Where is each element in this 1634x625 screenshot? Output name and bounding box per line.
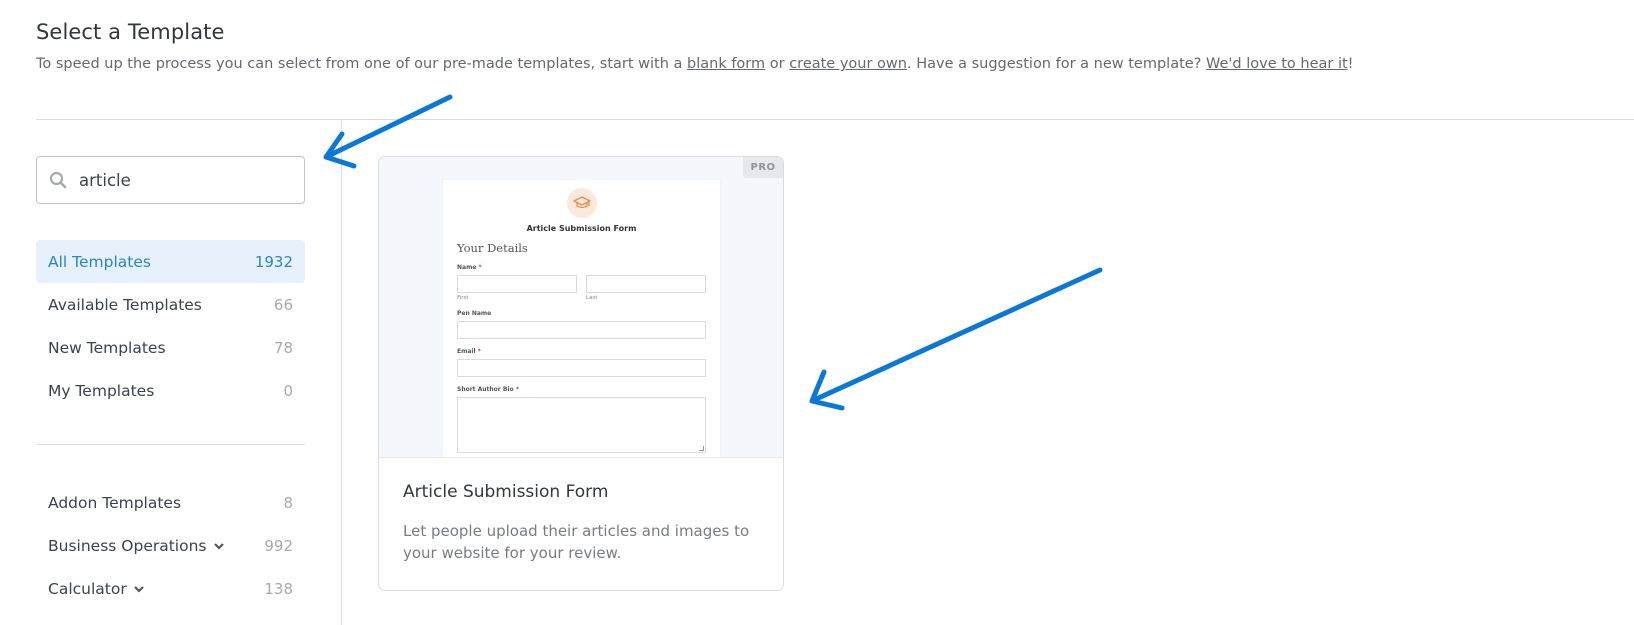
category-count: 992 (264, 536, 293, 555)
search-input[interactable] (79, 170, 279, 190)
template-card-body: Article Submission Form Let people uploa… (379, 458, 783, 588)
category-count: 1932 (254, 252, 293, 271)
pro-badge: PRO (743, 157, 783, 178)
category-calculator[interactable]: Calculator 138 (36, 567, 305, 610)
preview-first-sublabel: First (457, 295, 469, 301)
preview-bio-textarea (457, 397, 706, 453)
required-mark: * (478, 264, 482, 271)
template-preview: PRO Article Submission Form Your Details… (379, 157, 783, 458)
category-count: 0 (283, 381, 293, 400)
category-business-operations[interactable]: Business Operations 992 (36, 524, 305, 567)
suggest-template-link[interactable]: We'd love to hear it (1206, 56, 1348, 72)
category-label: All Templates (48, 252, 151, 271)
category-count: 138 (264, 579, 293, 598)
preview-last-col: Last (586, 275, 706, 301)
category-label-wrap: Business Operations (48, 537, 225, 555)
required-mark: * (515, 386, 519, 393)
primary-category-list: All Templates 1932 Available Templates 6… (36, 240, 305, 412)
category-count: 8 (283, 493, 293, 512)
label-text: Name (457, 264, 477, 271)
template-description: Let people upload their articles and ima… (403, 522, 750, 562)
annotation-arrow-card (809, 267, 1103, 411)
category-addon-templates[interactable]: Addon Templates 8 (36, 481, 305, 524)
header-divider (36, 119, 1634, 120)
preview-email-input (457, 359, 706, 377)
category-label: Available Templates (48, 295, 202, 314)
desc-text: To speed up the process you can select f… (36, 56, 688, 72)
required-mark: * (477, 348, 481, 355)
page-title: Select a Template (36, 20, 225, 44)
preview-last-sublabel: Last (586, 295, 598, 301)
category-count: 66 (273, 295, 293, 314)
chevron-down-icon[interactable] (133, 583, 145, 595)
category-label: New Templates (48, 338, 166, 357)
category-my-templates[interactable]: My Templates 0 (36, 369, 305, 412)
category-label: My Templates (48, 381, 155, 400)
blank-form-link[interactable]: blank form (687, 56, 765, 72)
chevron-down-icon[interactable] (213, 540, 225, 552)
page-header: Select a Template To speed up the proces… (36, 20, 1634, 72)
category-all-templates[interactable]: All Templates 1932 (36, 240, 305, 283)
desc-text: ! (1347, 56, 1354, 72)
search-box[interactable] (36, 156, 305, 204)
sidebar-divider (341, 119, 342, 625)
label-text: Short Author Bio (457, 386, 514, 393)
preview-bio-label: Short Author Bio * (457, 386, 706, 393)
category-available-templates[interactable]: Available Templates 66 (36, 283, 305, 326)
form-preview: Article Submission Form Your Details Nam… (443, 180, 720, 457)
preview-last-input (586, 275, 706, 293)
desc-text: or (765, 56, 790, 72)
template-sidebar: All Templates 1932 Available Templates 6… (36, 156, 305, 610)
category-label: Business Operations (48, 536, 207, 555)
preview-section-title: Your Details (457, 241, 528, 255)
preview-pen-name-input (457, 321, 706, 339)
label-text: Email (457, 348, 476, 355)
preview-email-label: Email * (457, 348, 706, 355)
category-label: Addon Templates (48, 493, 182, 512)
category-label-wrap: Calculator (48, 580, 145, 598)
category-count: 78 (273, 338, 293, 357)
category-new-templates[interactable]: New Templates 78 (36, 326, 305, 369)
secondary-category-list: Addon Templates 8 Business Operations 99… (36, 481, 305, 610)
create-your-own-link[interactable]: create your own (789, 56, 907, 72)
preview-form-title: Article Submission Form (526, 224, 637, 233)
search-icon (49, 170, 69, 190)
template-title: Article Submission Form (403, 482, 609, 502)
preview-name-label: Name * (457, 264, 706, 271)
preview-first-col: First (457, 275, 577, 301)
preview-name-row: First Last (457, 275, 706, 301)
graduation-cap-icon (566, 188, 597, 218)
template-card-article-submission[interactable]: PRO Article Submission Form Your Details… (378, 156, 784, 591)
desc-text: . Have a suggestion for a new template? (906, 56, 1206, 72)
category-divider (36, 444, 305, 445)
category-label: Calculator (48, 579, 127, 598)
page-description: To speed up the process you can select f… (36, 56, 1634, 72)
preview-first-input (457, 275, 577, 293)
preview-pen-name-label: Pen Name (457, 310, 492, 317)
